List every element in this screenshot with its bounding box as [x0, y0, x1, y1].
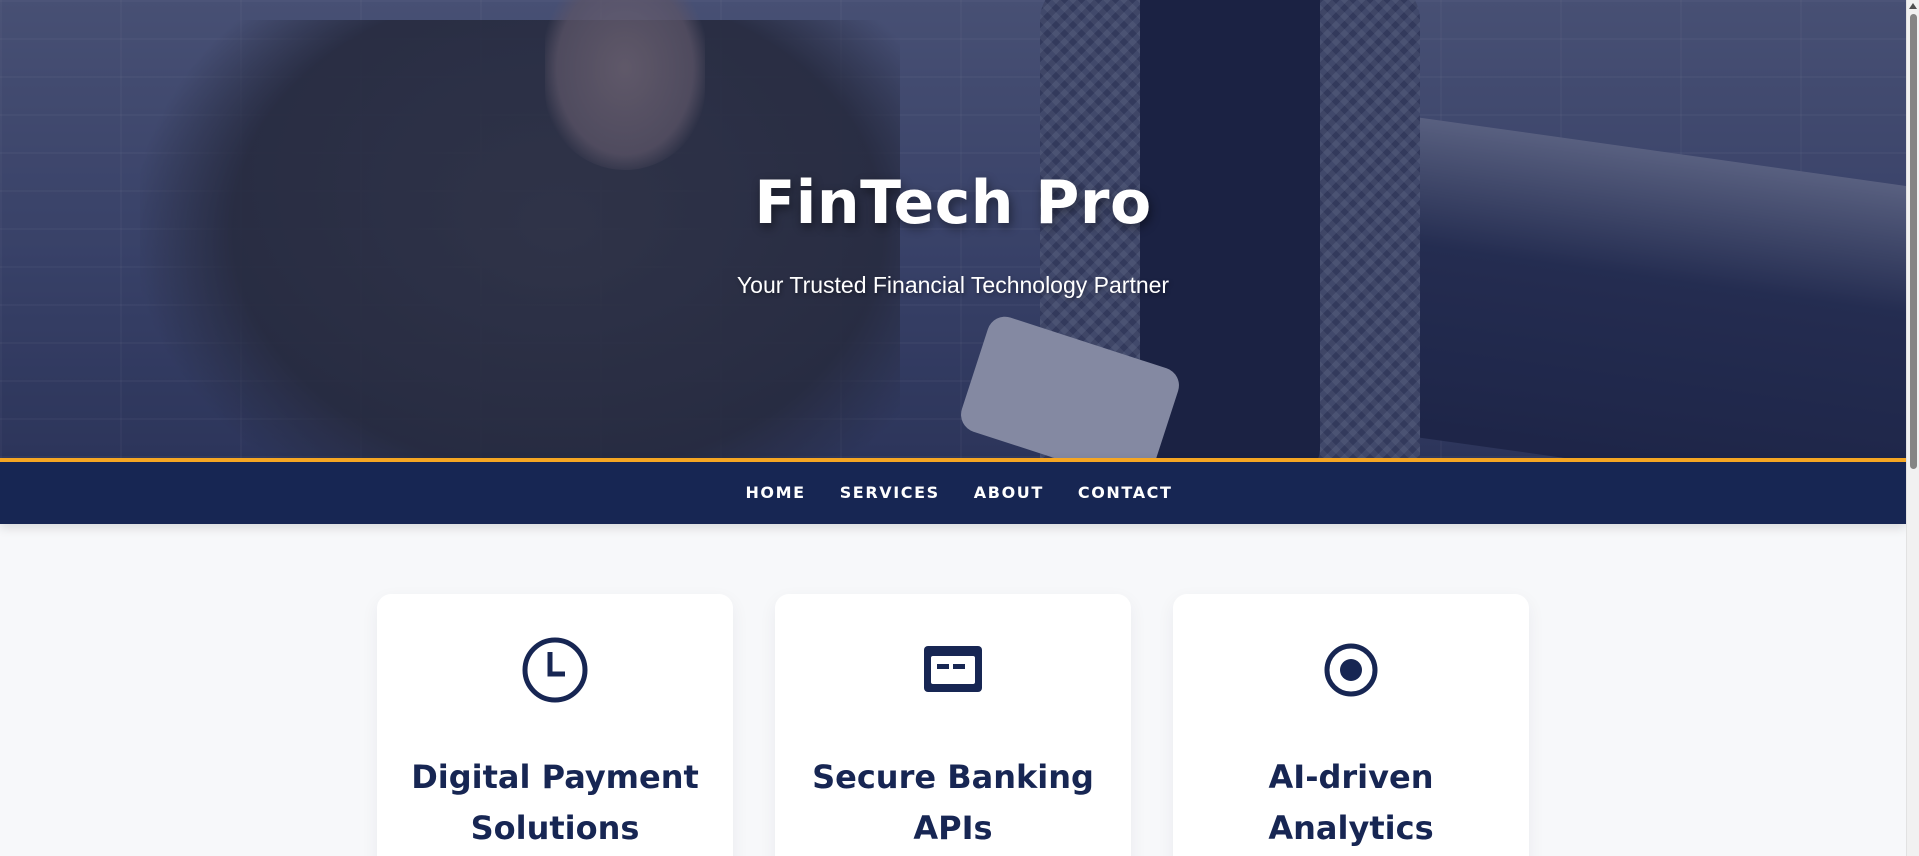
service-card-banking-apis[interactable]: Secure Banking APIs	[775, 594, 1131, 856]
nav-list: HOME SERVICES ABOUT CONTACT	[0, 462, 1906, 524]
nav-link-services[interactable]: SERVICES	[840, 483, 940, 502]
scroll-up-arrow-icon[interactable]	[1909, 3, 1917, 9]
card-icon	[924, 646, 982, 692]
nav-item-home: HOME	[745, 483, 805, 503]
service-title: Digital Payment Solutions	[411, 758, 699, 847]
service-title: Secure Banking APIs	[812, 758, 1094, 847]
main-nav: HOME SERVICES ABOUT CONTACT	[0, 458, 1906, 524]
target-icon	[1324, 643, 1378, 697]
service-card-payments[interactable]: Digital Payment Solutions	[377, 594, 733, 856]
hero-subtitle: Your Trusted Financial Technology Partne…	[736, 272, 1170, 298]
clock-icon	[522, 637, 588, 703]
nav-link-contact[interactable]: CONTACT	[1078, 483, 1173, 502]
hero-title: FinTech Pro	[754, 168, 1152, 238]
scrollbar-thumb[interactable]	[1910, 14, 1917, 469]
service-title: AI-driven Analytics	[1268, 758, 1434, 847]
hero-content: FinTech Pro Your Trusted Financial Techn…	[0, 0, 1906, 458]
nav-item-about: ABOUT	[974, 483, 1044, 503]
nav-item-services: SERVICES	[840, 483, 940, 503]
nav-item-contact: CONTACT	[1078, 483, 1173, 503]
nav-link-home[interactable]: HOME	[745, 483, 805, 502]
nav-link-about[interactable]: ABOUT	[974, 483, 1044, 502]
page-scrollbar[interactable]	[1906, 0, 1919, 856]
hero-section: FinTech Pro Your Trusted Financial Techn…	[0, 0, 1906, 458]
service-card-analytics[interactable]: AI-driven Analytics	[1173, 594, 1529, 856]
services-section: Digital Payment Solutions Secure Banking…	[377, 594, 1529, 856]
